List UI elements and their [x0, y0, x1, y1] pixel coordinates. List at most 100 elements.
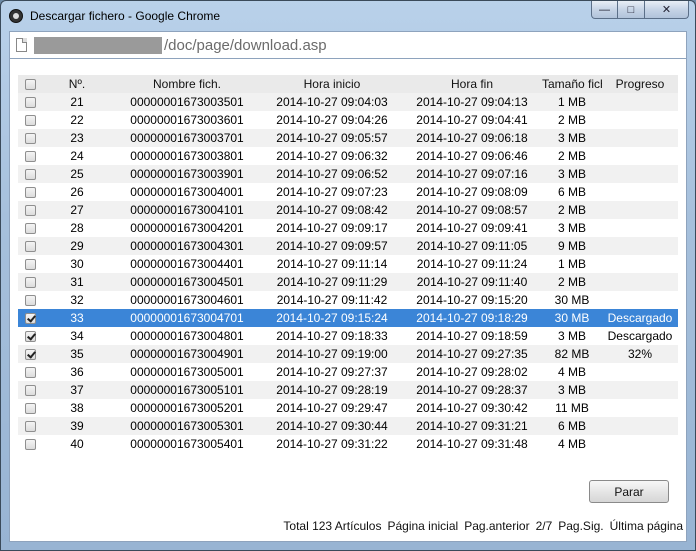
cell-num: 25 — [42, 165, 112, 183]
cell-size: 82 MB — [542, 345, 602, 363]
cell-size: 4 MB — [542, 435, 602, 453]
address-bar[interactable]: /doc/page/download.asp — [9, 31, 687, 59]
table-row[interactable]: 40 00000001673005401 2014-10-27 09:31:22 20… — [18, 435, 678, 453]
first-page-link[interactable]: Página inicial — [387, 519, 458, 533]
cell-num: 40 — [42, 435, 112, 453]
row-checkbox[interactable] — [24, 367, 36, 379]
table-row[interactable]: 36 00000001673005001 2014-10-27 09:27:37 20… — [18, 363, 678, 381]
select-all-checkbox[interactable] — [24, 79, 36, 91]
browser-window: Descargar fichero - Google Chrome — □ ✕ … — [0, 0, 696, 551]
table-row[interactable]: 23 00000001673003701 2014-10-27 09:05:57 20… — [18, 129, 678, 147]
cell-end: 2014-10-27 09:11:40 — [402, 273, 542, 291]
cell-end: 2014-10-27 09:28:02 — [402, 363, 542, 381]
cell-size: 3 MB — [542, 381, 602, 399]
cell-progress: Descargado — [602, 309, 678, 327]
row-checkbox[interactable] — [24, 187, 36, 199]
table-row[interactable]: 29 00000001673004301 2014-10-27 09:09:57 20… — [18, 237, 678, 255]
table-row[interactable]: 27 00000001673004101 2014-10-27 09:08:42 20… — [18, 201, 678, 219]
table-row[interactable]: 30 00000001673004401 2014-10-27 09:11:14 20… — [18, 255, 678, 273]
row-checkbox[interactable] — [24, 97, 36, 109]
cell-num: 34 — [42, 327, 112, 345]
cell-num: 36 — [42, 363, 112, 381]
table-row[interactable]: 22 00000001673003601 2014-10-27 09:04:26 20… — [18, 111, 678, 129]
row-checkbox[interactable] — [24, 151, 36, 163]
col-start: Hora inicio — [262, 75, 402, 93]
table-row[interactable]: 32 00000001673004601 2014-10-27 09:11:42 20… — [18, 291, 678, 309]
table-row[interactable]: 28 00000001673004201 2014-10-27 09:09:17 20… — [18, 219, 678, 237]
cell-size: 3 MB — [542, 129, 602, 147]
row-checkbox[interactable] — [24, 439, 36, 451]
row-checkbox-cell — [18, 183, 42, 201]
cell-end: 2014-10-27 09:08:57 — [402, 201, 542, 219]
page-indicator: 2/7 — [535, 519, 553, 533]
cell-progress — [602, 417, 678, 435]
cell-size: 2 MB — [542, 201, 602, 219]
close-button[interactable]: ✕ — [645, 1, 689, 19]
row-checkbox[interactable] — [24, 421, 36, 433]
cell-end: 2014-10-27 09:06:18 — [402, 129, 542, 147]
cell-start: 2014-10-27 09:19:00 — [262, 345, 402, 363]
row-checkbox[interactable] — [24, 241, 36, 253]
cell-progress: 32% — [602, 345, 678, 363]
prev-page-link[interactable]: Pag.anterior — [464, 519, 529, 533]
table-row[interactable]: 35 00000001673004901 2014-10-27 09:19:00 20… — [18, 345, 678, 363]
table-row[interactable]: 31 00000001673004501 2014-10-27 09:11:29 20… — [18, 273, 678, 291]
row-checkbox[interactable] — [24, 169, 36, 181]
row-checkbox[interactable] — [24, 259, 36, 271]
table-row[interactable]: 39 00000001673005301 2014-10-27 09:30:44 20… — [18, 417, 678, 435]
cell-size: 30 MB — [542, 309, 602, 327]
table-row[interactable]: 24 00000001673003801 2014-10-27 09:06:32 20… — [18, 147, 678, 165]
total-count: Total 123 Artículos — [283, 519, 382, 533]
cell-name: 00000001673004901 — [112, 345, 262, 363]
table-row[interactable]: 21 00000001673003501 2014-10-27 09:04:03 20… — [18, 93, 678, 111]
cell-size: 3 MB — [542, 219, 602, 237]
last-page-link[interactable]: Última página — [610, 519, 683, 533]
row-checkbox[interactable] — [24, 403, 36, 415]
row-checkbox[interactable] — [24, 331, 36, 343]
cell-size: 2 MB — [542, 147, 602, 165]
cell-end: 2014-10-27 09:15:20 — [402, 291, 542, 309]
row-checkbox[interactable] — [24, 115, 36, 127]
row-checkbox[interactable] — [24, 133, 36, 145]
row-checkbox-cell — [18, 219, 42, 237]
cell-name: 00000001673004601 — [112, 291, 262, 309]
next-page-link[interactable]: Pag.Sig. — [558, 519, 603, 533]
cell-num: 39 — [42, 417, 112, 435]
cell-num: 29 — [42, 237, 112, 255]
stop-button[interactable]: Parar — [589, 480, 669, 503]
row-checkbox[interactable] — [24, 223, 36, 235]
cell-name: 00000001673004001 — [112, 183, 262, 201]
row-checkbox[interactable] — [24, 349, 36, 361]
cell-size: 11 MB — [542, 399, 602, 417]
cell-num: 21 — [42, 93, 112, 111]
cell-name: 00000001673004801 — [112, 327, 262, 345]
cell-name: 00000001673005201 — [112, 399, 262, 417]
maximize-button[interactable]: □ — [618, 1, 645, 19]
cell-progress — [602, 273, 678, 291]
cell-end: 2014-10-27 09:11:05 — [402, 237, 542, 255]
cell-name: 00000001673003701 — [112, 129, 262, 147]
cell-start: 2014-10-27 09:31:22 — [262, 435, 402, 453]
cell-progress — [602, 399, 678, 417]
table-row[interactable]: 25 00000001673003901 2014-10-27 09:06:52 20… — [18, 165, 678, 183]
cell-name: 00000001673003501 — [112, 93, 262, 111]
cell-end: 2014-10-27 09:04:41 — [402, 111, 542, 129]
minimize-button[interactable]: — — [591, 1, 618, 19]
row-checkbox[interactable] — [24, 295, 36, 307]
cell-start: 2014-10-27 09:06:32 — [262, 147, 402, 165]
table-row[interactable]: 37 00000001673005101 2014-10-27 09:28:19 20… — [18, 381, 678, 399]
col-end: Hora fin — [402, 75, 542, 93]
cell-progress — [602, 165, 678, 183]
table-row[interactable]: 38 00000001673005201 2014-10-27 09:29:47 20… — [18, 399, 678, 417]
table-row[interactable]: 34 00000001673004801 2014-10-27 09:18:33 20… — [18, 327, 678, 345]
row-checkbox-cell — [18, 309, 42, 327]
row-checkbox[interactable] — [24, 205, 36, 217]
row-checkbox[interactable] — [24, 313, 36, 325]
row-checkbox[interactable] — [24, 385, 36, 397]
cell-size: 6 MB — [542, 417, 602, 435]
table-row[interactable]: 26 00000001673004001 2014-10-27 09:07:23 20… — [18, 183, 678, 201]
row-checkbox[interactable] — [24, 277, 36, 289]
cell-start: 2014-10-27 09:07:23 — [262, 183, 402, 201]
cell-num: 38 — [42, 399, 112, 417]
table-row[interactable]: 33 00000001673004701 2014-10-27 09:15:24 20… — [18, 309, 678, 327]
